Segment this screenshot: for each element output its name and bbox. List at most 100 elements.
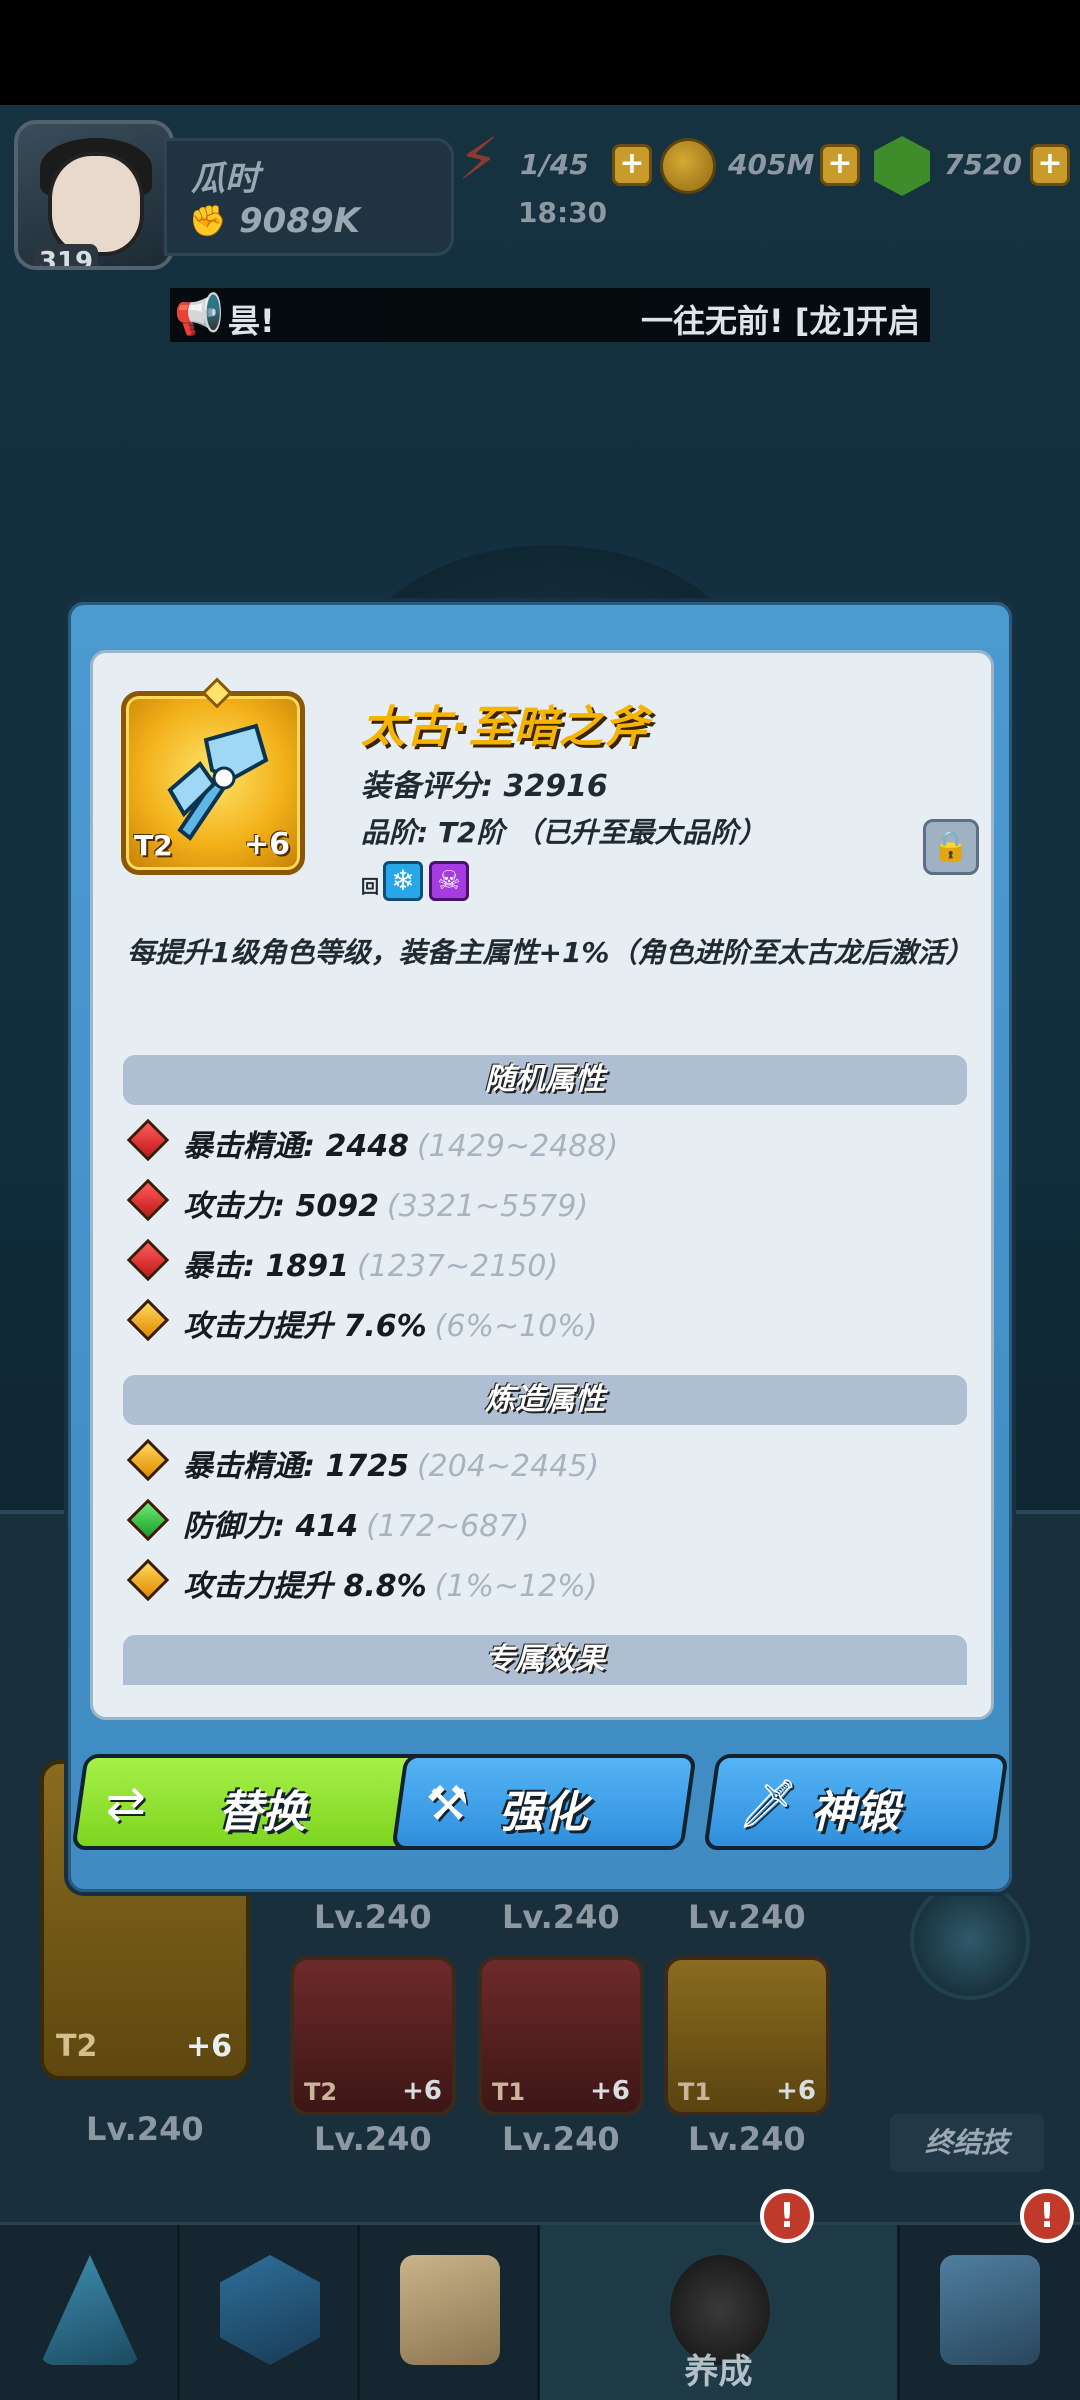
slot-level: Lv.240 (502, 2120, 620, 2158)
attribute-row: 防御力: 414 (172~687) (123, 1497, 963, 1545)
fist-icon: ✊ (189, 204, 227, 239)
lightning-icon: ⚡ (458, 125, 499, 193)
attribute-label: 暴击精通: 1725 (183, 1449, 409, 1484)
equipment-detail-modal: T2 +6 太古·至暗之斧 装备评分: 32916 品阶: T2阶 （已升至最大… (64, 598, 1016, 1896)
attribute-label: 攻击力提升 8.8% (183, 1569, 427, 1604)
yin-yang-icon[interactable] (910, 1880, 1030, 2000)
item-plus: +6 (243, 827, 290, 862)
gold-value: 405M (728, 148, 815, 181)
nav-item-develop[interactable]: 养成 ! (540, 2189, 900, 2400)
attribute-range: (1%~12%) (434, 1569, 598, 1604)
equipment-detail-card: T2 +6 太古·至暗之斧 装备评分: 32916 品阶: T2阶 （已升至最大… (90, 650, 994, 1720)
slot-level: Lv.240 (314, 1898, 432, 1936)
attribute-row: 暴击精通: 2448 (1429~2488) (123, 1117, 963, 1165)
slot-plus: +6 (776, 2076, 816, 2106)
treasure-map-icon (400, 2255, 500, 2365)
announcement-left-text: 昙! (228, 302, 275, 340)
nav-item-upgrade[interactable] (180, 2225, 360, 2400)
nav-label-develop: 养成 (684, 2352, 753, 2392)
attribute-range: (204~2445) (416, 1449, 600, 1484)
slot-level: Lv.240 (502, 1898, 620, 1936)
slot-tier: T2 (304, 2078, 338, 2106)
attribute-text: 攻击力提升 7.6% (6%~10%) (183, 1301, 597, 1345)
nav-item-hero[interactable] (0, 2225, 180, 2400)
announcement-right-text: 一往无前! [龙]开启 (641, 302, 920, 340)
attribute-range: (6%~10%) (434, 1309, 598, 1344)
add-gold-button[interactable]: + (820, 144, 860, 186)
slot-plus: +6 (590, 2076, 630, 2106)
nav-item-shop[interactable]: ! (900, 2189, 1080, 2400)
attribute-label: 暴击精通: 2448 (183, 1129, 409, 1164)
slot-plus: +6 (402, 2076, 442, 2106)
replace-button-label: 替换 (218, 1787, 307, 1838)
attribute-text: 暴击精通: 1725 (204~2445) (183, 1441, 599, 1485)
enhance-button-label: 强化 (499, 1787, 588, 1838)
armor-slot[interactable]: T2 +6 (290, 1956, 456, 2116)
item-tier: T2 (134, 829, 173, 862)
section-exclusive-effects: 专属效果 (123, 1635, 967, 1685)
slot-plus: +6 (185, 2029, 232, 2064)
armor-slot[interactable]: T1 +6 (478, 1956, 644, 2116)
nav-item-map[interactable] (360, 2225, 540, 2400)
attribute-row: 暴击精通: 1725 (204~2445) (123, 1437, 963, 1485)
diamond-ornament (201, 677, 233, 709)
slot-level: Lv.240 (314, 2120, 432, 2158)
green-gem-icon (126, 1498, 170, 1542)
crystal-icon (40, 2255, 140, 2365)
attribute-text: 暴击精通: 2448 (1429~2488) (183, 1121, 618, 1165)
player-profile[interactable]: 319 瓜时 ✊ 9089K (14, 120, 454, 270)
snowflake-icon[interactable]: ❄ (383, 861, 423, 901)
accessory-slot[interactable]: T1 +6 (664, 1956, 830, 2116)
divine-forge-button-label: 神锻 (811, 1787, 900, 1838)
attribute-row: 攻击力提升 8.8% (1%~12%) (123, 1557, 963, 1605)
announcement-bar[interactable]: 📢 昙! 一往无前! [龙]开启 (170, 288, 930, 342)
axe-item-icon: T2 +6 (121, 677, 305, 875)
add-energy-button[interactable]: + (612, 144, 652, 186)
attribute-row: 攻击力: 5092 (3321~5579) (123, 1177, 963, 1225)
energy-timer: 18:30 (518, 196, 608, 229)
hex-shield-icon (220, 2255, 320, 2365)
mini-tag: 回 (361, 877, 379, 898)
energy-value: 1/45 (520, 148, 589, 181)
red-gem-icon (126, 1238, 170, 1282)
skull-icon[interactable]: ☠ (429, 861, 469, 901)
attribute-label: 防御力: 414 (183, 1509, 359, 1544)
slot-tier: T1 (678, 2078, 712, 2106)
lock-button[interactable]: 🔒 (923, 819, 979, 875)
section-random-attributes: 随机属性 (123, 1055, 967, 1105)
slot-level: Lv.240 (86, 2110, 204, 2148)
gold-gem-icon (126, 1438, 170, 1482)
gem-value: 7520 (944, 148, 1022, 181)
status-bar (0, 0, 1080, 105)
ultimate-skill-button[interactable]: 终结技 (890, 2114, 1044, 2172)
avatar-face (48, 152, 144, 256)
attribute-range: (1429~2488) (416, 1129, 619, 1164)
slot-level: Lv.240 (688, 2120, 806, 2158)
attribute-range: (3321~5579) (386, 1189, 589, 1224)
megaphone-icon: 📢 (174, 292, 224, 338)
red-gem-icon (126, 1118, 170, 1162)
attribute-text: 攻击力: 5092 (3321~5579) (183, 1181, 588, 1225)
bottom-nav: 养成 ! ! (0, 2189, 1080, 2400)
item-grade: 品阶: T2阶 （已升至最大品阶） (361, 816, 767, 849)
alert-badge: ! (760, 2189, 814, 2243)
gold-gem-icon (126, 1558, 170, 1602)
attribute-row: 攻击力提升 7.6% (6%~10%) (123, 1297, 963, 1345)
player-level: 319 (34, 244, 98, 266)
divine-forge-button[interactable]: 🗡 神锻 (703, 1754, 1009, 1850)
player-avatar[interactable]: 319 (14, 120, 174, 270)
attribute-label: 攻击力: 5092 (183, 1189, 379, 1224)
add-gem-button[interactable]: + (1030, 144, 1070, 186)
attribute-range: (1237~2150) (356, 1249, 559, 1284)
shop-icon (940, 2255, 1040, 2365)
slot-tier: T1 (492, 2078, 526, 2106)
player-name: 瓜时 (191, 159, 259, 199)
player-power: 9089K (239, 201, 360, 241)
attribute-row: 暴击: 1891 (1237~2150) (123, 1237, 963, 1285)
item-name: 太古·至暗之斧 (361, 702, 649, 753)
attribute-text: 暴击: 1891 (1237~2150) (183, 1241, 558, 1285)
enhance-button[interactable]: ⚒ 强化 (391, 1754, 697, 1850)
attribute-text: 防御力: 414 (172~687) (183, 1501, 529, 1545)
item-description: 每提升1级角色等级，装备主属性+1%（角色进阶至太古龙后激活） (127, 936, 974, 969)
attribute-text: 攻击力提升 8.8% (1%~12%) (183, 1561, 597, 1605)
